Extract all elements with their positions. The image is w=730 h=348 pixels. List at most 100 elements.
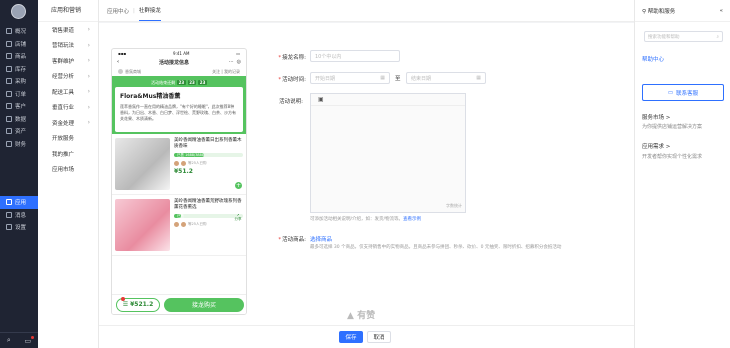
chevron-right-icon: › — [87, 57, 90, 65]
sidebar-item-marketing[interactable]: 营销玩法 › — [38, 38, 98, 54]
name-label: *接龙名称: — [278, 55, 306, 61]
join-buy-button[interactable]: 接龙购买 — [164, 297, 244, 312]
countdown-minutes: 23 — [187, 80, 197, 85]
sidebar-item-customer-care[interactable]: 客群维护 › — [38, 53, 98, 69]
phone-time: 9:41 AM — [172, 50, 190, 56]
desc-editor[interactable]: ▣ 字数统计 — [310, 93, 466, 213]
countdown-seconds: 23 — [198, 80, 207, 85]
start-date-input[interactable]: 开始日期 ▦ — [310, 72, 390, 84]
main-content: ▪▪▪ 9:41 AM ▭ ‹ 活动接龙信息 ··· ◎ 香氛商城 关注 | 我的… — [99, 23, 634, 325]
finance-icon — [6, 140, 12, 147]
my-records-link[interactable]: 我的记录 — [224, 69, 240, 74]
customer-icon — [6, 103, 12, 110]
help-center-link[interactable]: 帮助中心 — [642, 55, 664, 63]
activity-card: Flora&Mus精油香薰 莲萃香氛作一直在用的精油品牌，"有个好的睡眠"，此次… — [115, 87, 243, 132]
name-input[interactable]: 10个中以内 — [310, 50, 400, 62]
nav-item-settings[interactable]: 设置 — [0, 221, 38, 234]
end-date-input[interactable]: 结束日期 ▦ — [406, 72, 486, 84]
buyer-avatar — [174, 221, 179, 227]
product-item[interactable]: 美岭香闻精油香薰日出系列香薰木质香味 已售 1688/3888 等25人已购 ¥… — [112, 134, 246, 195]
sidebar-item-app-market[interactable]: 应用市场 — [38, 162, 98, 178]
help-panel: ⚲ 帮助和服务 « 搜索功能和帮助 ⌕ 帮助中心 ▭ 联系客服 服务市场 > 为你提… — [634, 0, 730, 348]
order-icon — [6, 90, 12, 97]
goods-icon — [6, 53, 12, 60]
goods-label: *活动商品: — [278, 237, 306, 243]
buyer-avatar — [181, 160, 186, 166]
activity-banner: 活动结束还剩 23 23 23 Flora&Mus精油香薰 莲萃香氛作一直在用的… — [112, 76, 246, 134]
nav-item-store[interactable]: 店铺 — [0, 38, 38, 51]
editor-toolbar: ▣ — [311, 94, 465, 106]
help-panel-header: ⚲ 帮助和服务 « — [635, 0, 730, 22]
collapse-icon[interactable]: « — [720, 8, 723, 14]
inventory-icon — [6, 65, 12, 72]
buyer-avatar — [181, 221, 186, 227]
chevron-right-icon: › — [87, 72, 90, 80]
phone-bottom-bar: ☰ ¥521.2 接龙购买 — [112, 294, 246, 314]
desc-label: 活动说明: — [279, 99, 303, 105]
nav-item-asset[interactable]: 资产 — [0, 125, 38, 138]
cart-summary[interactable]: ☰ ¥521.2 — [116, 296, 160, 312]
activity-card-desc: 莲萃香氛作一直在用的精油品牌，"有个好的睡眠"，此次推荐8种香料，为日出、木香、… — [120, 104, 236, 121]
nav-item-goods[interactable]: 商品 — [0, 50, 38, 63]
image-icon[interactable]: ▣ — [318, 96, 324, 103]
follow-link[interactable]: 关注 — [212, 69, 220, 74]
apps-icon — [6, 199, 12, 206]
nav-item-inventory[interactable]: 库存 — [0, 63, 38, 76]
sidebar-item-industry[interactable]: 垂直行业 › — [38, 100, 98, 116]
mini-program-capsule[interactable]: ··· ◎ — [229, 59, 241, 65]
app-demand-link[interactable]: 应用需求 > — [642, 142, 670, 150]
product-name: 美岭香闻精油香薰日出系列香薰木质香味 — [174, 138, 242, 149]
message-icon — [6, 211, 12, 218]
avatar[interactable] — [11, 4, 26, 19]
sidebar-item-sales-channel[interactable]: 销售渠道 › — [38, 22, 98, 38]
contact-support-button[interactable]: ▭ 联系客服 — [642, 84, 724, 101]
calendar-icon: ▦ — [476, 75, 481, 81]
nav-item-data[interactable]: 数据 — [0, 113, 38, 126]
search-icon: ⌕ — [716, 34, 719, 40]
location-icon: ⚲ — [642, 8, 647, 15]
add-to-cart-icon[interactable]: + — [235, 182, 242, 189]
sales-progress: 已售 — [174, 214, 243, 218]
sidebar-item-delivery[interactable]: 配送工具 › — [38, 84, 98, 100]
nav-item-order[interactable]: 订单 — [0, 88, 38, 101]
phone-nav: ‹ 活动接龙信息 ··· ◎ — [112, 57, 246, 67]
chevron-right-icon: › — [87, 26, 90, 34]
breadcrumb: 应用中心 | 社群接龙 — [99, 0, 634, 22]
nav-item-apps[interactable]: 应用 — [0, 196, 38, 209]
save-button[interactable]: 保存 — [339, 331, 363, 343]
phone-status-bar: ▪▪▪ 9:41 AM ▭ — [112, 49, 246, 57]
view-example-link[interactable]: 查看示例 — [403, 217, 421, 222]
search-icon[interactable]: ⌕ — [7, 336, 11, 345]
cancel-button[interactable]: 取消 — [367, 331, 391, 343]
sidebar-item-open-service[interactable]: 开放服务 — [38, 131, 98, 147]
sidebar-item-analytics[interactable]: 经营分析 › — [38, 69, 98, 85]
watermark: ▲ 有赞 — [347, 311, 376, 321]
back-icon[interactable]: ‹ — [117, 59, 119, 65]
desc-hint: 可添加活动相关说明/介绍，如：发货/物流等。查看示例 — [310, 217, 422, 222]
help-search-input[interactable]: 搜索功能和帮助 ⌕ — [644, 31, 723, 42]
nav-item-overview[interactable]: 概况 — [0, 25, 38, 38]
notification-dot — [31, 336, 34, 339]
countdown: 活动结束还剩 23 23 23 — [151, 79, 207, 85]
battery-icon: ▭ — [236, 50, 240, 56]
chevron-right-icon: › — [87, 41, 90, 49]
calendar-icon: ▦ — [380, 75, 385, 81]
sidebar-item-promotion[interactable]: 我的推广 — [38, 146, 98, 162]
product-name: 美岭香闻精油香薰荒野玫瑰系列香薰花香熏选 — [174, 199, 242, 210]
breadcrumb-parent[interactable]: 应用中心 — [107, 7, 129, 15]
product-item[interactable]: 美岭香闻精油香薰荒野玫瑰系列香薰花香熏选 已售 等25人已购 ↗ 分享 — [112, 195, 246, 256]
sidebar-item-funds[interactable]: 资金处理 › — [38, 115, 98, 131]
countdown-hours: 23 — [177, 80, 186, 85]
cart-list-icon: ☰ — [122, 301, 129, 308]
share-button[interactable]: ↗ 分享 — [234, 213, 242, 222]
mobile-preview: ▪▪▪ 9:41 AM ▭ ‹ 活动接龙信息 ··· ◎ 香氛商城 关注 | 我的… — [111, 48, 247, 315]
nav-item-purchase[interactable]: 采购 — [0, 75, 38, 88]
select-goods-link[interactable]: 选择商品 — [310, 235, 332, 243]
nav-item-customer[interactable]: 客户 — [0, 100, 38, 113]
product-image — [115, 199, 170, 251]
product-price: ¥51.2 — [174, 168, 193, 175]
nav-item-message[interactable]: 消息 — [0, 209, 38, 222]
nav-item-finance[interactable]: 财务 — [0, 138, 38, 151]
service-market-link[interactable]: 服务市场 > — [642, 113, 670, 121]
breadcrumb-current: 社群接龙 — [138, 0, 161, 21]
